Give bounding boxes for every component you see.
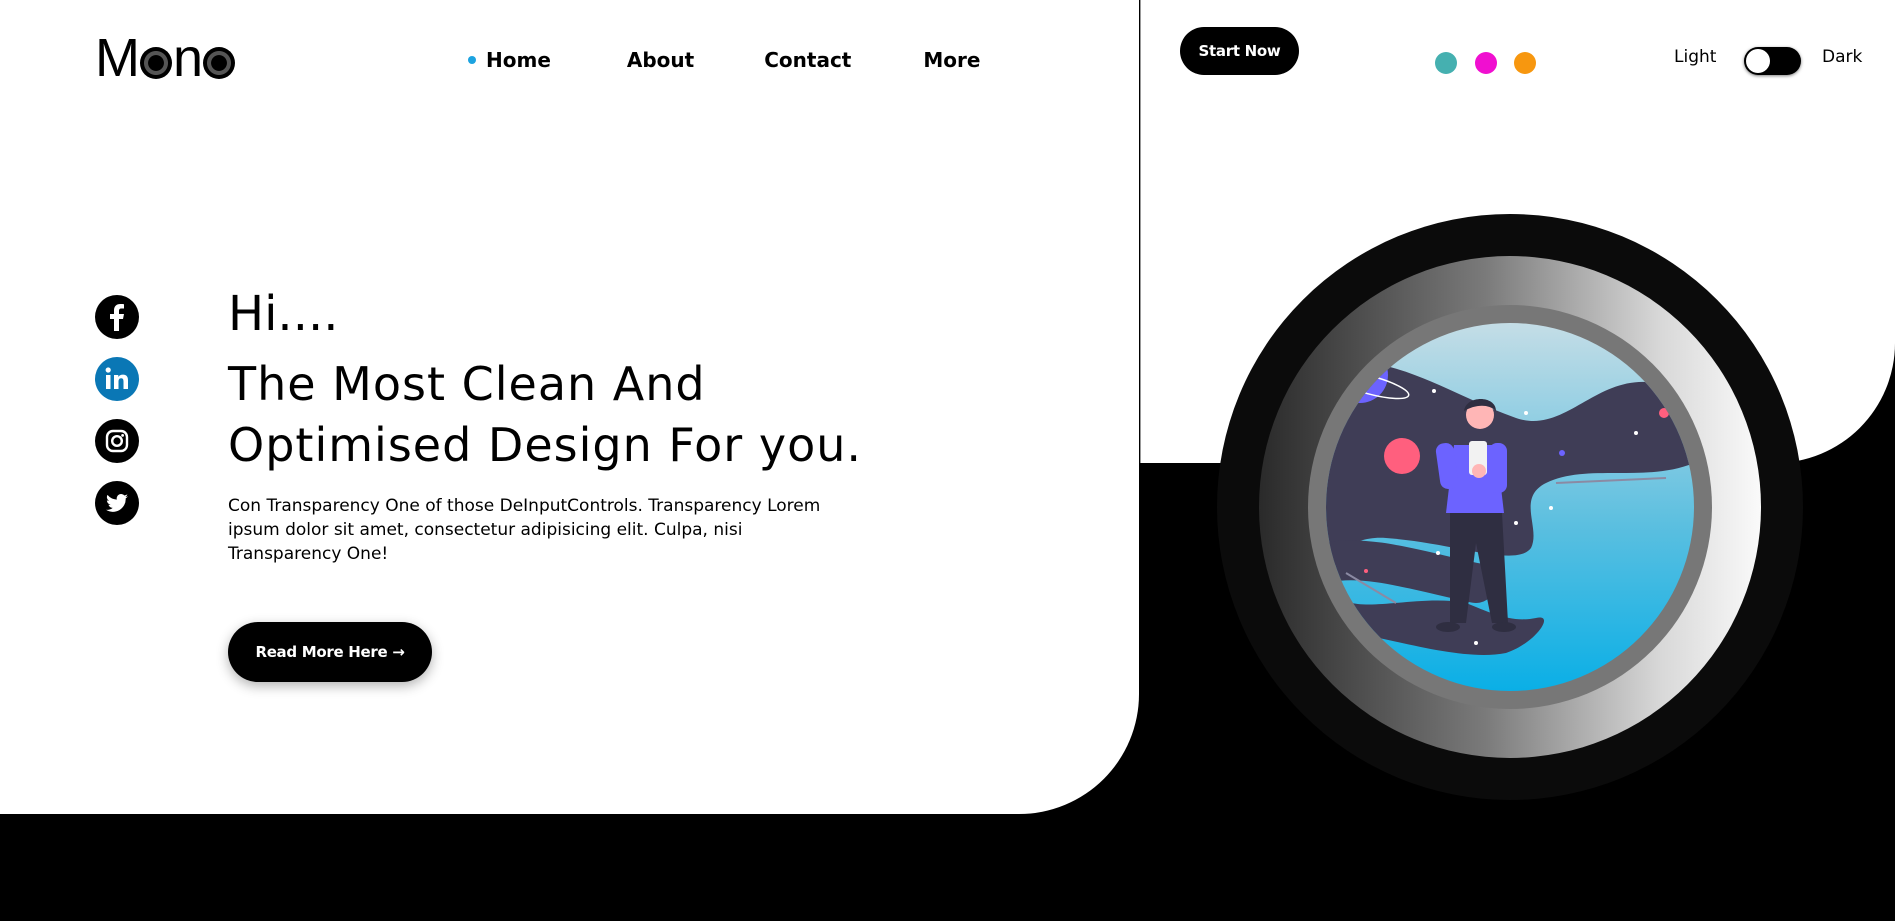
- hero-headline: The Most Clean And Optimised Design For …: [228, 357, 862, 472]
- nav-contact[interactable]: Contact: [764, 48, 851, 72]
- nav-home[interactable]: Home: [468, 48, 551, 72]
- facebook-icon[interactable]: [95, 295, 139, 339]
- nav-contact-label: Contact: [764, 48, 852, 72]
- theme-light-label: Light: [1674, 47, 1717, 67]
- teal-color-swatch[interactable]: [1435, 52, 1457, 74]
- read-more-button[interactable]: Read More Here →: [228, 622, 432, 682]
- hero-description: Con Transparency One of those DeInputCon…: [228, 496, 821, 564]
- logo-text-n: n: [172, 28, 203, 88]
- hero-illustration: [1217, 214, 1803, 800]
- lens-band: [1308, 305, 1712, 709]
- instagram-icon[interactable]: [95, 419, 139, 463]
- nav-about-label: About: [626, 48, 695, 72]
- theme-dark-label: Dark: [1822, 47, 1863, 67]
- logo-text-m: M: [95, 28, 140, 88]
- nav-more-label: More: [923, 48, 981, 72]
- nav-about[interactable]: About: [627, 48, 694, 72]
- hero-panel: M n Home About Contact More Hi.... The M…: [0, 0, 1139, 814]
- main-nav: Home About Contact More: [468, 48, 980, 72]
- linkedin-icon[interactable]: [95, 357, 139, 401]
- nav-more[interactable]: More: [923, 48, 980, 72]
- theme-toggle[interactable]: [1744, 47, 1801, 75]
- magenta-color-swatch[interactable]: [1475, 52, 1497, 74]
- active-dot-icon: [468, 56, 476, 64]
- logo[interactable]: M n: [95, 28, 236, 88]
- orange-color-swatch[interactable]: [1514, 52, 1536, 74]
- nav-home-label: Home: [486, 48, 551, 72]
- toggle-knob[interactable]: [1746, 49, 1770, 73]
- lens-ring: [1259, 256, 1761, 758]
- greeting: Hi....: [228, 286, 339, 342]
- start-now-button[interactable]: Start Now: [1180, 27, 1299, 75]
- twitter-icon[interactable]: [95, 481, 139, 525]
- space-scene-image: [1326, 323, 1694, 691]
- lens-logo-icon: [203, 47, 236, 79]
- lens-logo-icon: [139, 47, 172, 79]
